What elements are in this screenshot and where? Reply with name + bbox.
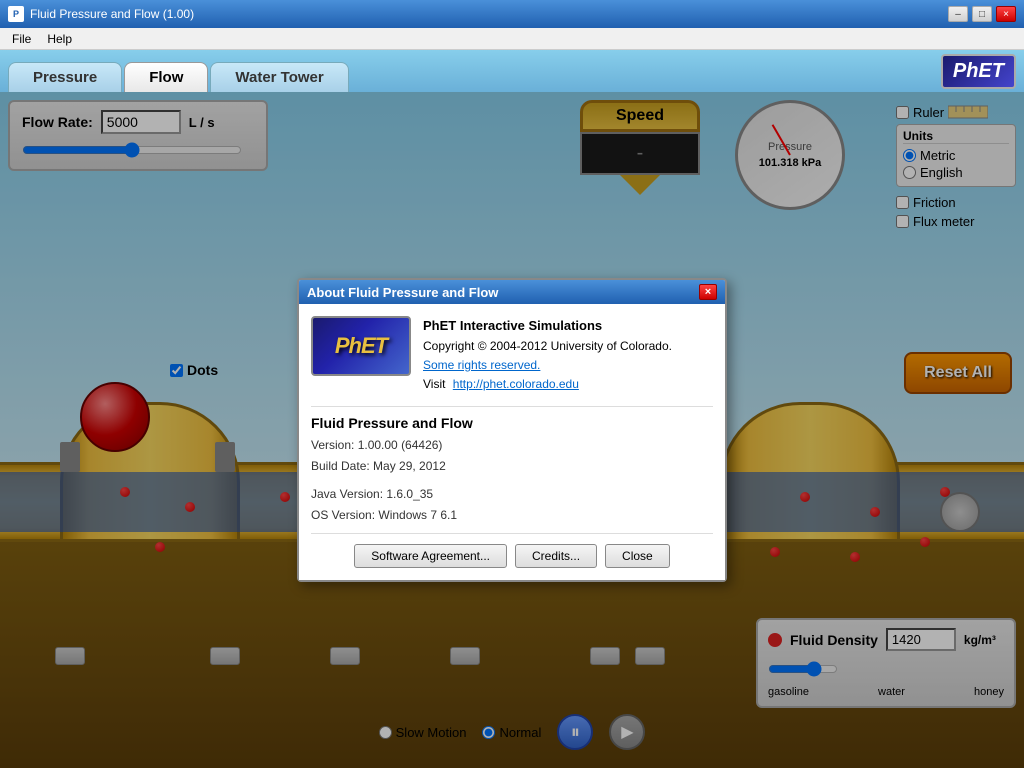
dialog-rights-link[interactable]: Some rights reserved. <box>423 358 540 372</box>
dialog-buttons: Software Agreement... Credits... Close <box>311 544 713 568</box>
close-button[interactable]: × <box>996 6 1016 22</box>
minimize-button[interactable]: – <box>948 6 968 22</box>
dialog-copyright: Copyright © 2004-2012 University of Colo… <box>423 337 672 356</box>
dialog-version: Version: 1.00.00 (64426) <box>311 435 713 455</box>
simulation-area: Flow Rate: L / s Speed - Pressure 101.31… <box>0 92 1024 768</box>
menubar: File Help <box>0 28 1024 50</box>
dialog-org-name: PhET Interactive Simulations <box>423 316 672 337</box>
phet-dialog-logo: PhET <box>335 333 387 359</box>
window-controls: – □ × <box>948 6 1016 22</box>
dialog-visit-text: Visit <box>423 377 445 391</box>
dialog-visit-row: Visit http://phet.colorado.edu <box>423 375 672 394</box>
close-dialog-button[interactable]: Close <box>605 544 670 568</box>
dialog-app-info: Fluid Pressure and Flow Version: 1.00.00… <box>311 406 713 534</box>
dialog-app-title: Fluid Pressure and Flow <box>311 415 713 431</box>
phet-logo: PhET <box>941 54 1016 89</box>
software-agreement-button[interactable]: Software Agreement... <box>354 544 507 568</box>
menu-file[interactable]: File <box>4 30 39 48</box>
modal-overlay: About Fluid Pressure and Flow × PhET PhE… <box>0 92 1024 768</box>
dialog-title: About Fluid Pressure and Flow <box>307 285 498 300</box>
dialog-website-link[interactable]: http://phet.colorado.edu <box>453 377 579 391</box>
menu-help[interactable]: Help <box>39 30 80 48</box>
dialog-rights-row: Some rights reserved. <box>423 356 672 375</box>
maximize-button[interactable]: □ <box>972 6 992 22</box>
credits-button[interactable]: Credits... <box>515 544 597 568</box>
phet-logo-box: PhET <box>311 316 411 376</box>
dialog-titlebar: About Fluid Pressure and Flow × <box>299 280 725 304</box>
app-icon: P <box>8 6 24 22</box>
tabbar: Pressure Flow Water Tower PhET <box>0 50 1024 92</box>
dialog-info: PhET Interactive Simulations Copyright ©… <box>423 316 672 394</box>
tab-flow[interactable]: Flow <box>124 62 208 92</box>
dialog-body: PhET PhET Interactive Simulations Copyri… <box>299 304 725 580</box>
about-dialog: About Fluid Pressure and Flow × PhET PhE… <box>297 278 727 582</box>
dialog-build-date: Build Date: May 29, 2012 <box>311 456 713 476</box>
tab-watertower[interactable]: Water Tower <box>210 62 348 92</box>
tab-pressure[interactable]: Pressure <box>8 62 122 92</box>
dialog-top-section: PhET PhET Interactive Simulations Copyri… <box>311 316 713 394</box>
titlebar: P Fluid Pressure and Flow (1.00) – □ × <box>0 0 1024 28</box>
dialog-java-version: Java Version: 1.6.0_35 <box>311 484 713 504</box>
dialog-close-button[interactable]: × <box>699 284 717 300</box>
window-title: Fluid Pressure and Flow (1.00) <box>30 7 948 21</box>
dialog-os-version: OS Version: Windows 7 6.1 <box>311 505 713 525</box>
